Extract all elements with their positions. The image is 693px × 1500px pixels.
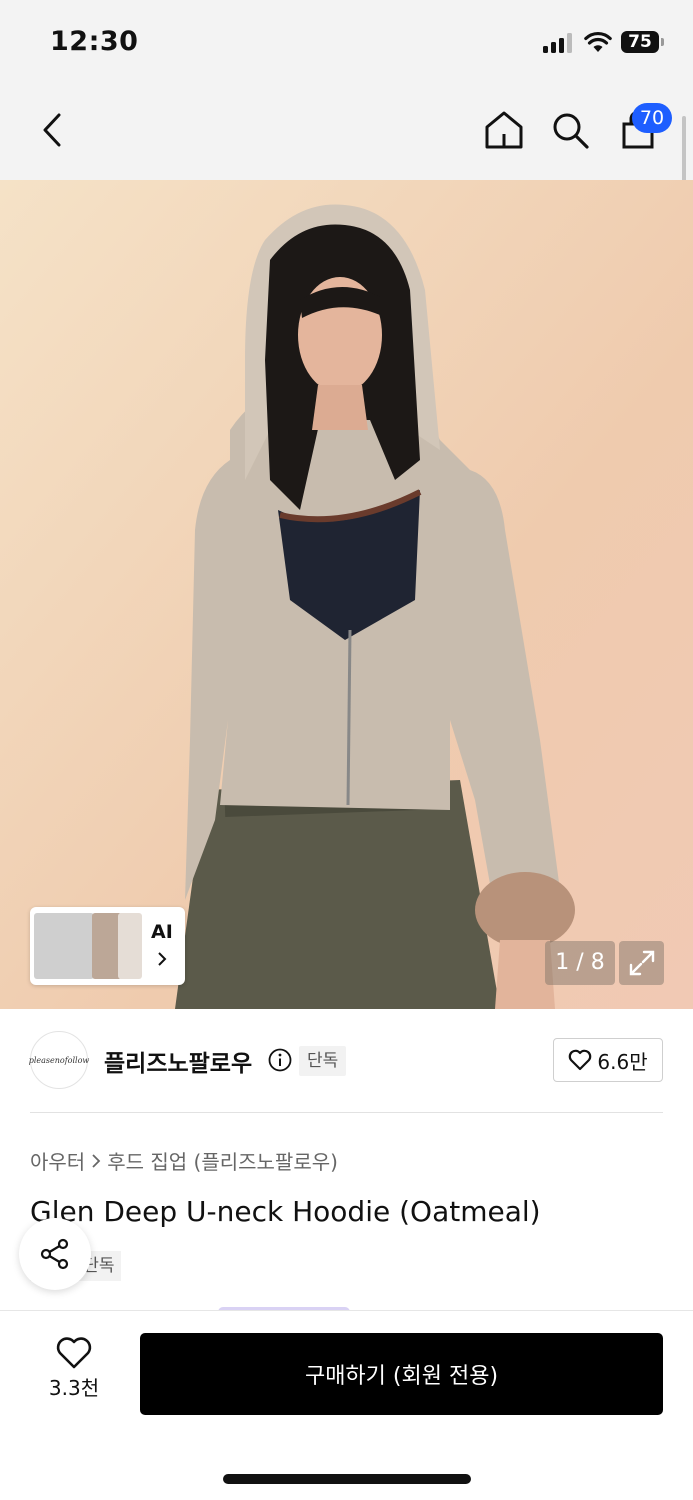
back-button[interactable]	[28, 106, 76, 154]
expand-button[interactable]	[619, 941, 664, 985]
wishlist-button[interactable]: 3.3천	[30, 1336, 118, 1412]
breadcrumb: 아우터 후드 집업 (플리즈노팔로우)	[30, 1146, 338, 1175]
home-button[interactable]	[480, 106, 528, 154]
scrollbar	[682, 116, 686, 182]
breadcrumb-subcategory[interactable]: 후드 집업 (플리즈노팔로우)	[107, 1146, 338, 1175]
breadcrumb-category[interactable]: 아우터	[30, 1146, 85, 1175]
exclusive-badge: 단독	[299, 1046, 347, 1076]
chevron-right-icon	[158, 952, 167, 966]
gallery-thumbnails[interactable]: AI	[30, 907, 185, 985]
image-page-counter: 1 / 8	[545, 941, 615, 985]
battery-nub	[661, 38, 664, 46]
search-button[interactable]	[546, 106, 594, 154]
divider	[30, 1112, 663, 1113]
product-image[interactable]	[0, 180, 693, 1009]
model-photo	[0, 180, 693, 1009]
expand-icon	[629, 950, 654, 976]
battery-icon: 75	[621, 31, 659, 53]
brand-logo-text: pleasenofollow	[28, 1055, 90, 1065]
status-bar: 12:30 75	[0, 0, 693, 86]
share-icon	[40, 1238, 69, 1270]
ai-label: AI	[151, 921, 173, 943]
product-title: Glen Deep U-neck Hoodie (Oatmeal)	[30, 1195, 541, 1228]
brand-logo[interactable]: pleasenofollow	[28, 1031, 90, 1089]
status-time: 12:30	[50, 26, 139, 57]
buy-button[interactable]: 구매하기 (회원 전용)	[140, 1333, 663, 1415]
chevron-left-icon	[43, 113, 61, 147]
nav-bar	[0, 86, 693, 180]
search-icon	[553, 113, 589, 149]
thumbnail-1[interactable]	[34, 913, 94, 979]
wifi-icon	[584, 31, 612, 52]
chevron-right-icon	[92, 1153, 101, 1168]
info-icon[interactable]	[268, 1048, 292, 1072]
cart-count-badge: 70	[632, 103, 672, 133]
signal-icon	[543, 33, 573, 53]
heart-icon	[569, 1049, 592, 1071]
home-indicator	[223, 1474, 471, 1484]
brand-name[interactable]: 플리즈노팔로우	[104, 1044, 252, 1078]
share-button[interactable]	[19, 1218, 91, 1290]
home-icon	[485, 111, 523, 149]
heart-icon	[56, 1337, 92, 1369]
brand-like-button[interactable]: 6.6만	[553, 1038, 663, 1082]
wishlist-count: 3.3천	[48, 1376, 100, 1400]
brand-like-count: 6.6만	[597, 1049, 648, 1074]
thumbnail-3[interactable]	[118, 913, 142, 979]
